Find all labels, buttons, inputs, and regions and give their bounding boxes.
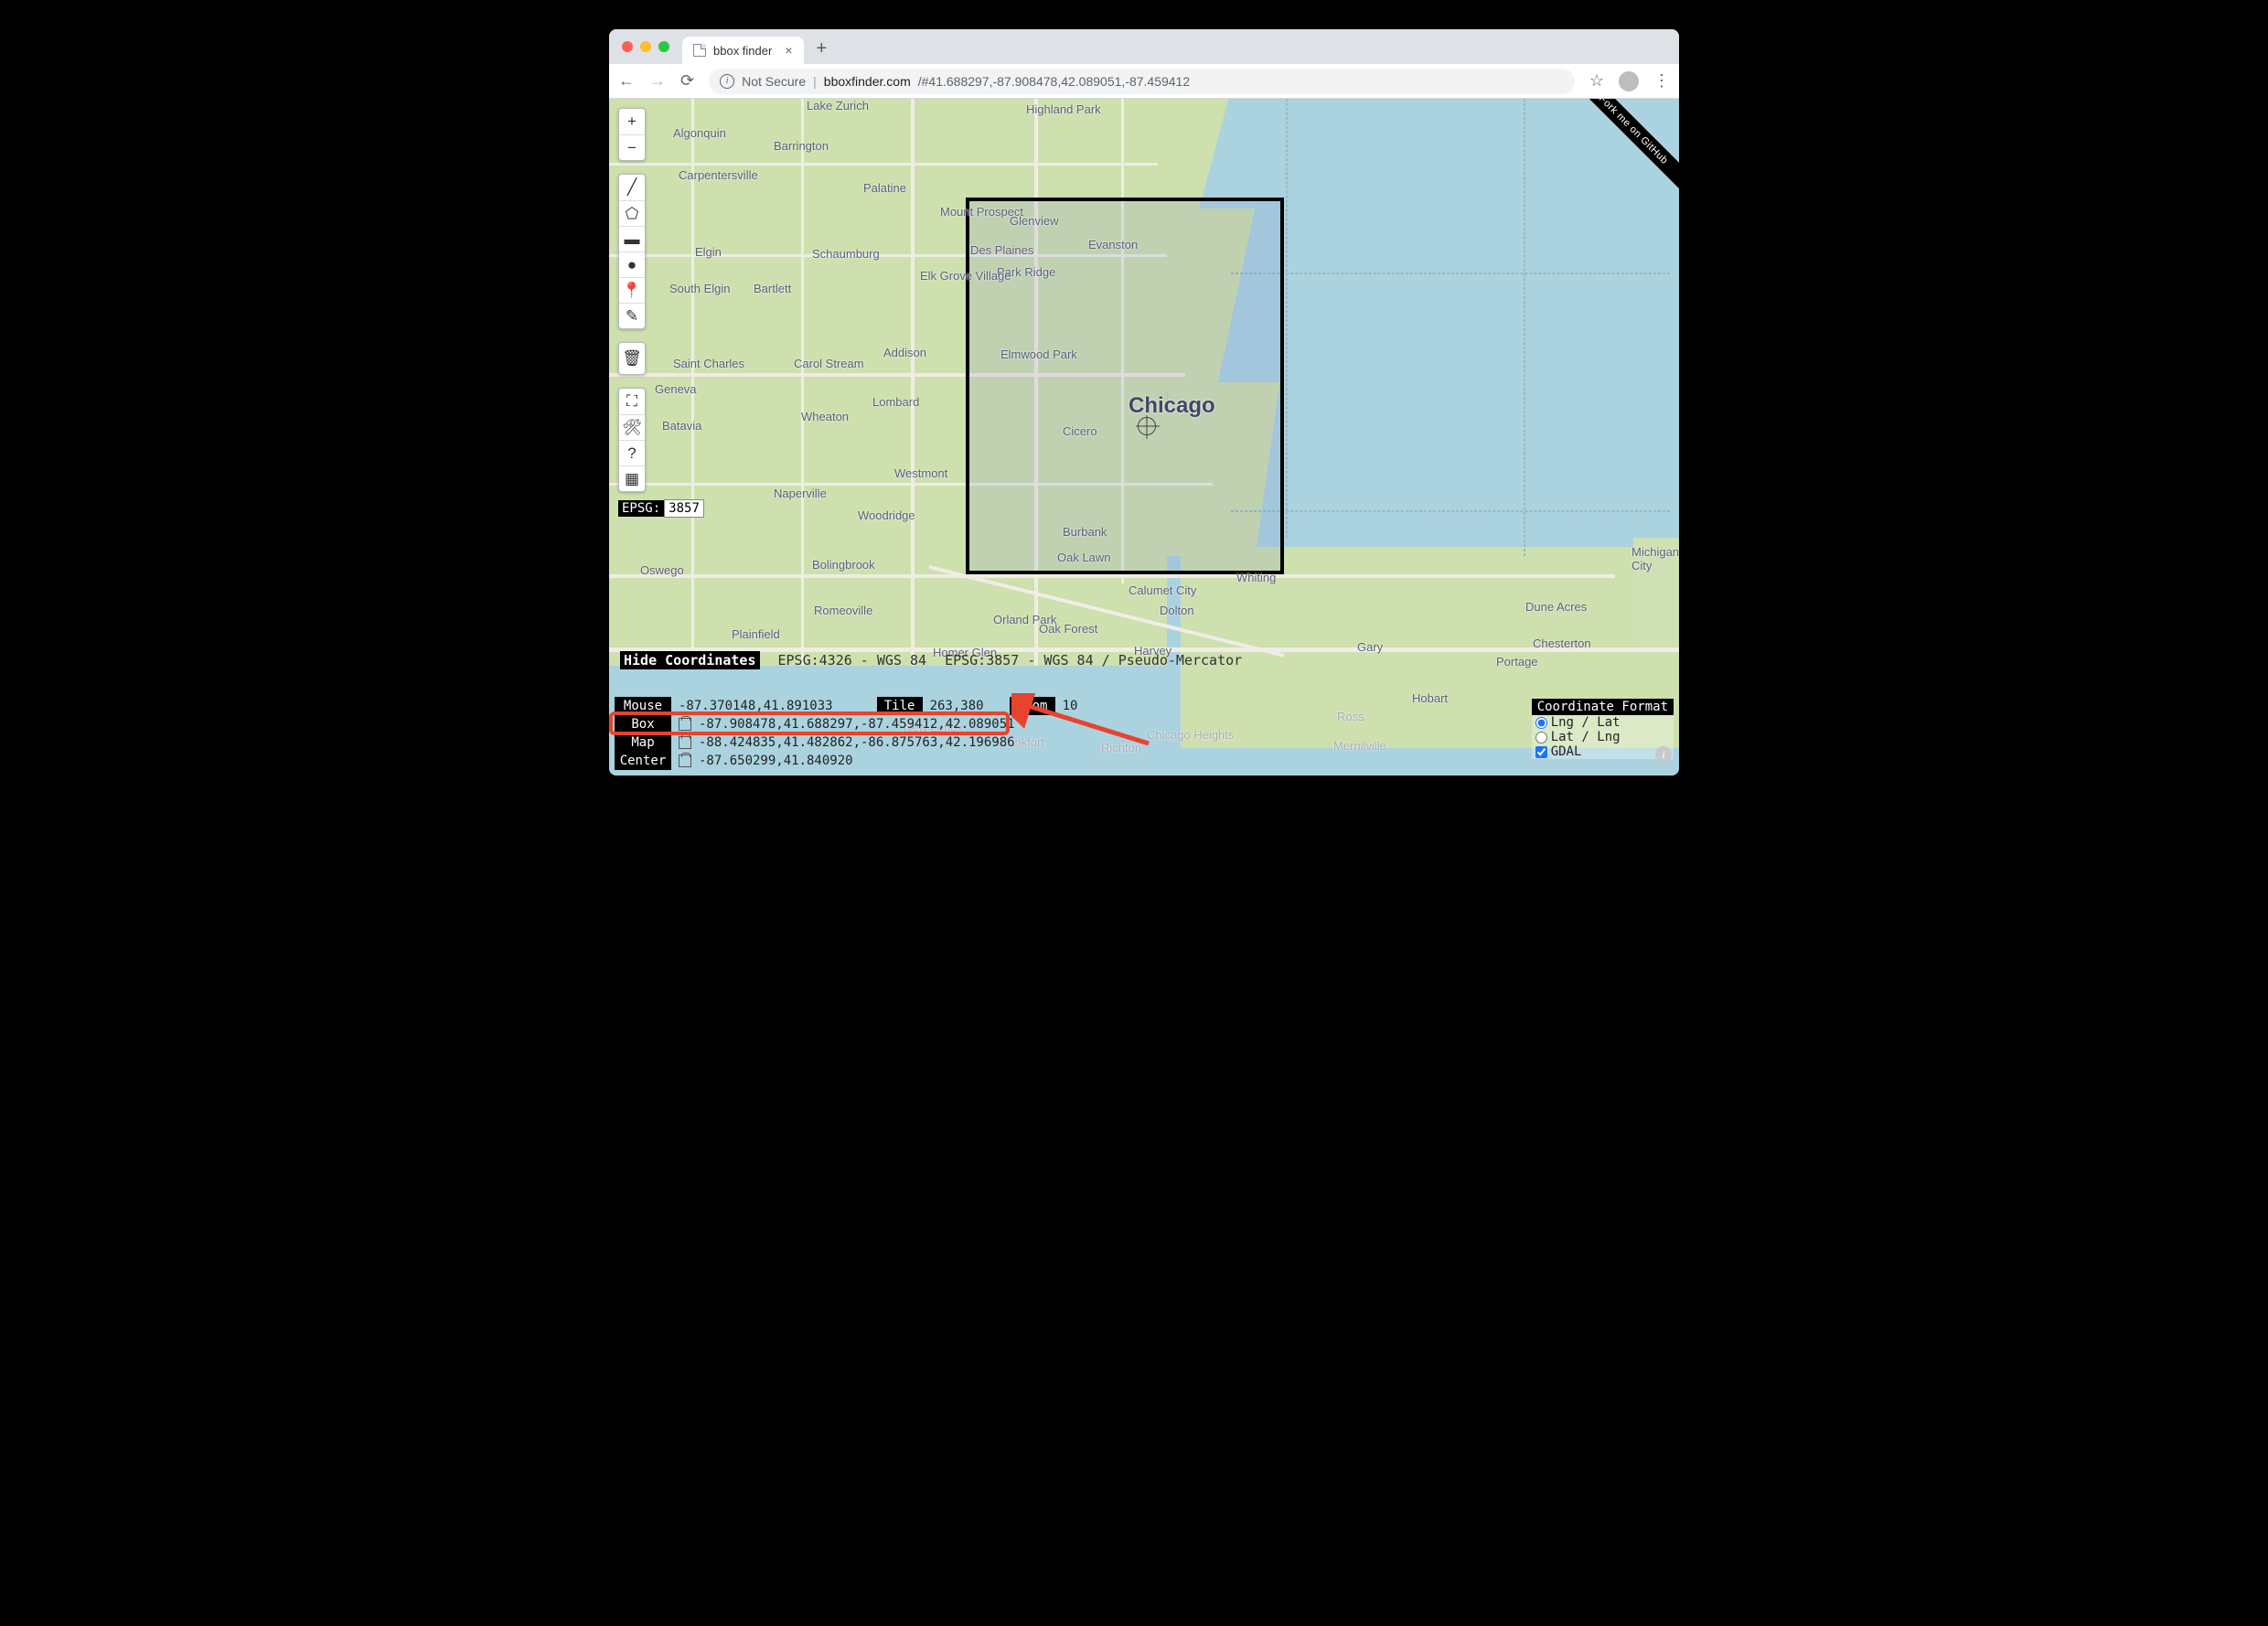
draw-circle-button[interactable]: ● (619, 251, 645, 277)
edit-layers-button[interactable]: ✎ (619, 303, 645, 328)
graticule-button[interactable]: ▦ (619, 465, 645, 491)
tab-bar: bbox finder × + (609, 29, 1679, 64)
url-separator: | (813, 74, 817, 89)
close-window-icon[interactable] (622, 41, 633, 52)
site-info-icon[interactable]: i (720, 74, 734, 89)
row-map: Map -88.424835,41.482862,-86.875763,42.1… (609, 733, 1679, 752)
draw-tools: ╱ ⬠ ▬ ● 📍 ✎ (618, 174, 646, 329)
reload-button[interactable]: ⟳ (680, 71, 694, 91)
clipboard-icon[interactable] (679, 718, 691, 731)
browser-tab[interactable]: bbox finder × (682, 37, 804, 64)
checkbox-gdal[interactable] (1535, 746, 1547, 758)
security-label: Not Secure (742, 74, 806, 89)
zoom-out-button[interactable]: − (619, 134, 645, 160)
clipboard-icon[interactable] (679, 754, 691, 767)
minimize-window-icon[interactable] (640, 41, 651, 52)
clipboard-icon[interactable] (679, 736, 691, 749)
maximize-window-icon[interactable] (658, 41, 669, 52)
url-box[interactable]: i Not Secure | bboxfinder.com /#41.688297… (709, 69, 1575, 94)
epsg-value: 3857 (664, 499, 704, 518)
page-icon (693, 44, 706, 57)
zoom-control: + − (618, 108, 646, 161)
projection-2: EPSG:3857 - WGS 84 / Pseudo-Mercator (945, 652, 1242, 669)
profile-avatar[interactable] (1619, 71, 1639, 91)
draw-line-button[interactable]: ╱ (619, 175, 645, 200)
new-tab-button[interactable]: + (804, 38, 840, 59)
fullscreen-button[interactable]: ⛶ (619, 389, 645, 414)
map-canvas[interactable]: Highland Park Lake Zurich Algonquin Barr… (609, 99, 1679, 776)
format-header: Coordinate Format (1532, 699, 1674, 715)
address-bar: ← → ⟳ i Not Secure | bboxfinder.com /#41.… (609, 64, 1679, 99)
map-controls-column: + − ╱ ⬠ ▬ ● 📍 ✎ 🗑 ⛶ 🛠 ? (618, 108, 646, 492)
radio-lnglat[interactable] (1535, 717, 1547, 729)
draw-polygon-button[interactable]: ⬠ (619, 200, 645, 226)
epsg-label: EPSG: (618, 500, 664, 517)
val-center: -87.650299,41.840920 (699, 752, 853, 770)
info-icon[interactable]: i (1655, 746, 1672, 763)
key-box: Box (615, 715, 671, 733)
key-tile: Tile (877, 697, 923, 715)
projection-1: EPSG:4326 - WGS 84 (778, 652, 927, 669)
key-zoom: Zoom (1010, 697, 1055, 715)
zoom-in-button[interactable]: + (619, 109, 645, 134)
url-host: bboxfinder.com (824, 74, 911, 89)
val-map: -88.424835,41.482862,-86.875763,42.19698… (699, 733, 1015, 752)
forward-button[interactable]: → (649, 71, 666, 91)
draw-rect-button[interactable]: ▬ (619, 226, 645, 251)
secondary-tools: 🗑 (618, 342, 646, 375)
val-box: -87.908478,41.688297,-87.459412,42.08905… (699, 715, 1015, 733)
epsg-indicator: EPSG:3857 (618, 501, 704, 516)
github-ribbon[interactable]: Fork me on GitHub (1568, 99, 1679, 195)
format-gdal[interactable]: GDAL (1532, 744, 1674, 759)
row-box: Box -87.908478,41.688297,-87.459412,42.0… (609, 715, 1679, 733)
coordinate-format-panel: Coordinate Format Lng / Lat Lat / Lng GD… (1532, 699, 1674, 759)
row-mouse: Mouse -87.370148,41.891033 Tile 263,380 … (609, 697, 1679, 715)
close-tab-icon[interactable]: × (779, 43, 792, 58)
coordinate-header: Hide Coordinates EPSG:4326 - WGS 84 EPSG… (620, 651, 1668, 669)
row-center: Center -87.650299,41.840920 (609, 752, 1679, 770)
browser-menu-icon[interactable]: ⋮ (1653, 71, 1670, 91)
bounding-box[interactable] (966, 198, 1284, 574)
browser-window: bbox finder × + ← → ⟳ i Not Secure | bbo… (609, 29, 1679, 776)
key-mouse: Mouse (615, 697, 671, 715)
key-map: Map (615, 733, 671, 752)
draw-marker-button[interactable]: 📍 (619, 277, 645, 303)
format-latlng[interactable]: Lat / Lng (1532, 730, 1674, 744)
bookmark-icon[interactable]: ☆ (1589, 71, 1604, 91)
val-tile: 263,380 (930, 697, 984, 715)
key-center: Center (615, 752, 671, 770)
coordinate-rows: Mouse -87.370148,41.891033 Tile 263,380 … (609, 697, 1679, 770)
settings-button[interactable]: 🛠 (619, 414, 645, 440)
help-button[interactable]: ? (619, 440, 645, 465)
delete-button[interactable]: 🗑 (619, 343, 645, 374)
format-lnglat[interactable]: Lng / Lat (1532, 715, 1674, 730)
back-button[interactable]: ← (618, 71, 635, 91)
center-crosshair-icon (1138, 417, 1156, 435)
val-zoom: 10 (1063, 697, 1078, 715)
hide-coordinates-button[interactable]: Hide Coordinates (620, 651, 760, 669)
url-path: /#41.688297,-87.908478,42.089051,-87.459… (918, 74, 1190, 89)
util-tools: ⛶ 🛠 ? ▦ (618, 388, 646, 492)
window-controls[interactable] (609, 41, 682, 52)
val-mouse: -87.370148,41.891033 (679, 697, 833, 715)
radio-latlng[interactable] (1535, 732, 1547, 743)
tab-title: bbox finder (713, 44, 772, 58)
